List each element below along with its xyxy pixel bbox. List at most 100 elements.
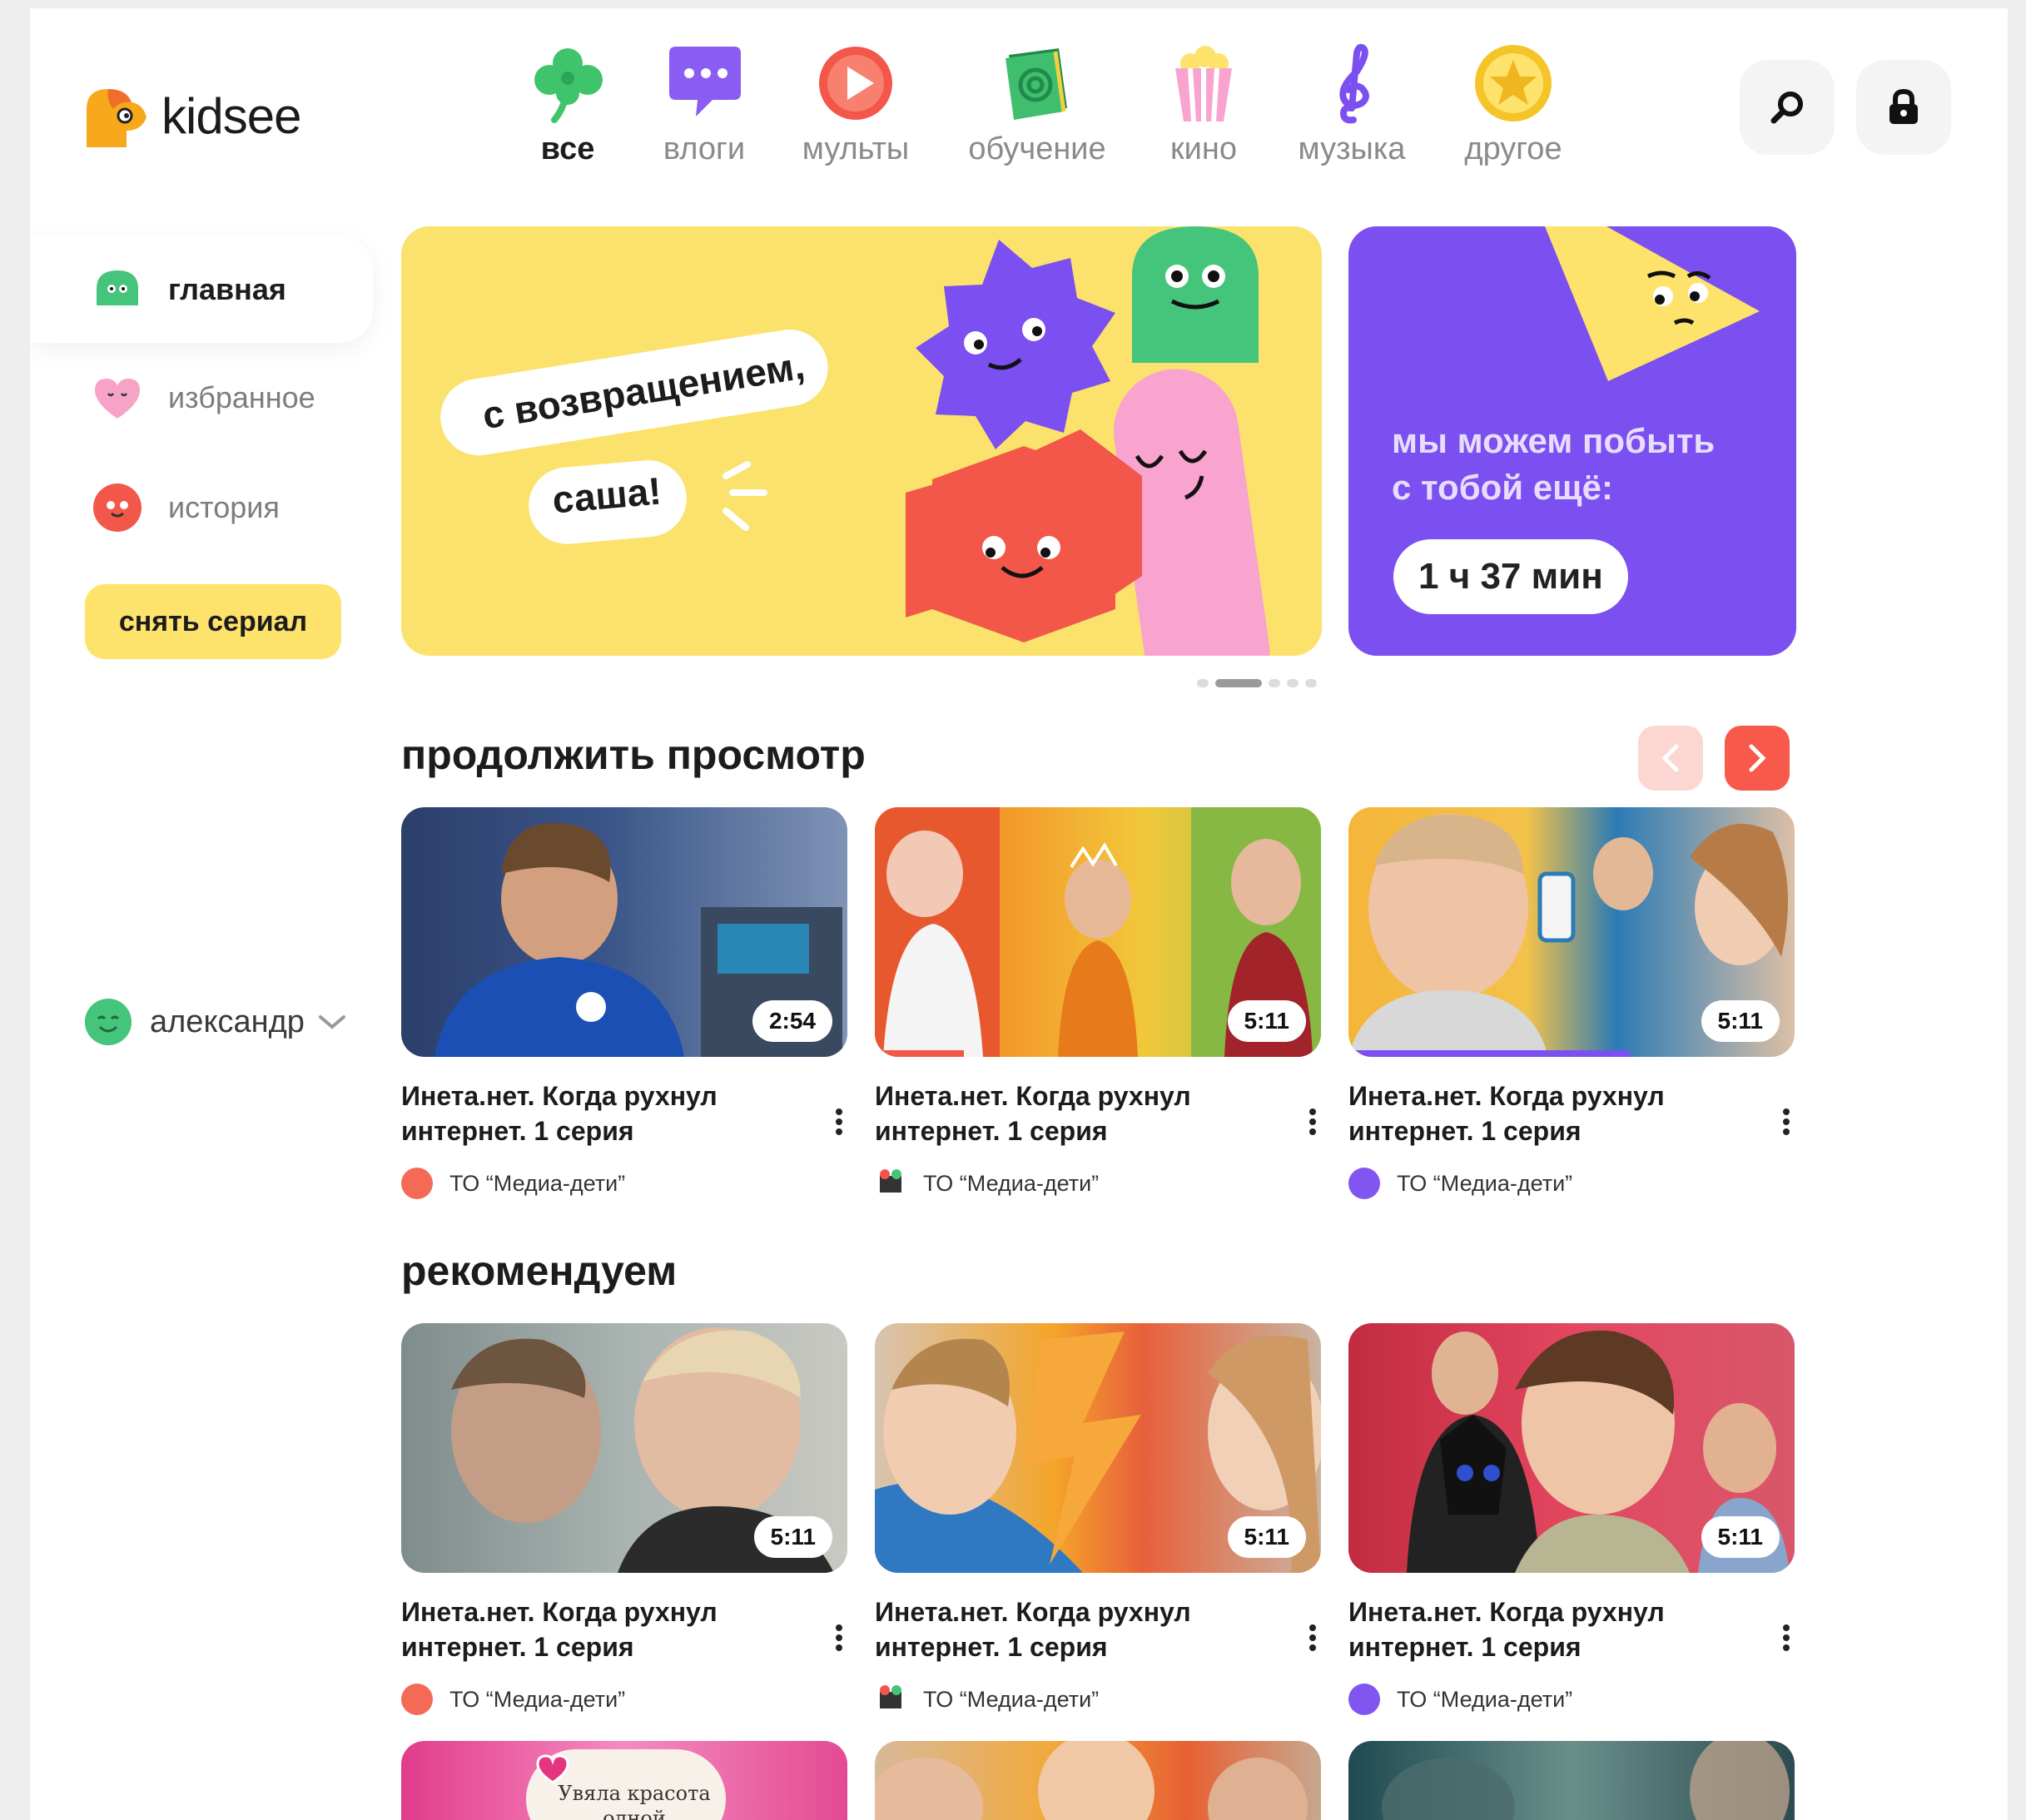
sidebar-item-history[interactable]: история <box>30 454 371 561</box>
video-thumbnail[interactable]: 5:11 <box>875 807 1321 1057</box>
channel[interactable]: ТО “Медиа-дети” <box>401 1683 625 1716</box>
more-options-icon[interactable] <box>1778 1621 1795 1654</box>
carousel-dot[interactable] <box>1305 679 1317 687</box>
category-other[interactable]: другое <box>1430 42 1596 167</box>
heart-face-icon <box>95 379 140 419</box>
prev-button[interactable] <box>1638 726 1703 791</box>
channel-avatar-icon <box>880 1169 901 1193</box>
video-title[interactable]: Инета.нет. Когда рухнул интернет. 1 сери… <box>1348 1594 1731 1664</box>
category-learning[interactable]: обучение <box>954 42 1120 167</box>
channel-name: ТО “Медиа-дети” <box>923 1686 1100 1712</box>
category-cartoons[interactable]: мульты <box>772 42 939 167</box>
thumbnail-image <box>875 1741 1308 1820</box>
duration-badge: 5:11 <box>1227 1000 1306 1042</box>
carousel-dot[interactable] <box>1197 679 1209 687</box>
channel-avatar-icon <box>880 1685 901 1708</box>
search-icon <box>1770 92 1803 124</box>
carousel-dot-active[interactable] <box>1215 679 1262 687</box>
time-remaining-badge: 1 ч 37 мин <box>1393 539 1628 614</box>
sidebar-item-label: главная <box>168 272 286 306</box>
thumbnail-caption: Увяла красота одной <box>558 1782 711 1820</box>
channel-name: ТО “Медиа-дети” <box>1397 1170 1573 1196</box>
chevron-left-icon <box>1661 744 1679 772</box>
channel-avatar <box>1348 1684 1380 1715</box>
video-title[interactable]: Инета.нет. Когда рухнул интернет. 1 сери… <box>401 1594 784 1664</box>
section-title-recommend: рекомендуем <box>401 1247 678 1294</box>
book-icon <box>1006 48 1067 120</box>
category-cinema[interactable]: кино <box>1120 42 1287 167</box>
sidebar-item-favorites[interactable]: избранное <box>30 345 371 451</box>
video-thumbnail[interactable]: 5:11 <box>875 1323 1321 1573</box>
video-thumbnail[interactable]: 5:11 <box>401 1323 847 1573</box>
sidebar-item-label: избранное <box>168 380 315 414</box>
channel[interactable]: ТО “Медиа-дети” <box>1348 1683 1572 1716</box>
logo[interactable]: kidsee <box>83 78 301 153</box>
chevron-down-icon <box>318 1015 345 1029</box>
duration-badge: 2:54 <box>752 1000 832 1042</box>
video-title[interactable]: Инета.нет. Когда рухнул интернет. 1 сери… <box>875 1594 1258 1664</box>
video-card[interactable]: 5:11 Инета.нет. Когда рухнул интернет. 1… <box>875 1323 1321 1712</box>
sidebar-item-home[interactable]: главная <box>30 236 373 343</box>
watch-progress <box>1348 1050 1630 1057</box>
app-window: kidsee все влоги мульты обучение кино му… <box>30 8 2008 1820</box>
video-thumbnail[interactable]: Увяла красота одной <box>401 1741 847 1820</box>
video-thumbnail[interactable]: 5:11 <box>1348 1323 1795 1573</box>
green-face-icon <box>97 270 138 305</box>
video-card[interactable]: 5:11 Инета.нет. Когда рухнул интернет. 1… <box>401 1323 847 1715</box>
video-card[interactable]: 5:11 Инета.нет. Когда рухнул интернет. 1… <box>1348 1323 1795 1715</box>
channel-name: ТО “Медиа-дети” <box>1397 1686 1573 1712</box>
video-card[interactable]: 5:11 Инета.нет. Когда рухнул интернет. 1… <box>1348 807 1795 1199</box>
category-label: мульты <box>802 131 910 166</box>
video-thumbnail[interactable]: 2:54 <box>401 807 847 1057</box>
video-card[interactable]: 2:54 Инета.нет. Когда рухнул интернет. 1… <box>401 807 847 1199</box>
video-title[interactable]: Инета.нет. Когда рухнул интернет. 1 сери… <box>875 1079 1258 1148</box>
more-options-icon[interactable] <box>831 1621 847 1654</box>
more-options-icon[interactable] <box>1304 1105 1321 1138</box>
video-thumbnail[interactable] <box>1348 1741 1795 1820</box>
duration-badge: 5:11 <box>1227 1516 1306 1558</box>
category-vlogs[interactable]: влоги <box>621 42 787 167</box>
search-button[interactable] <box>1740 60 1835 155</box>
duration-badge: 5:11 <box>753 1516 832 1558</box>
category-label: музыка <box>1298 131 1406 166</box>
section-title-continue: продолжить просмотр <box>401 731 866 778</box>
video-thumbnail[interactable] <box>875 1741 1321 1820</box>
welcome-banner[interactable]: с возвращением, саша! <box>401 226 1322 656</box>
video-thumbnail[interactable]: 5:11 <box>1348 807 1795 1057</box>
screen-time-text: мы можем побыть с тобой ещё: <box>1392 418 1775 511</box>
channel-avatar <box>401 1168 433 1199</box>
chat-bubble-icon <box>669 47 741 117</box>
video-title[interactable]: Инета.нет. Когда рухнул интернет. 1 сери… <box>401 1079 784 1148</box>
channel[interactable]: ТО “Медиа-дети” <box>1348 1167 1572 1200</box>
heart-icon <box>536 1754 569 1784</box>
channel-name: ТО “Медиа-дети” <box>449 1686 626 1712</box>
next-button[interactable] <box>1725 726 1790 791</box>
brand-name: kidsee <box>161 87 301 144</box>
channel-name: ТО “Медиа-дети” <box>923 1170 1100 1196</box>
red-face-icon <box>93 484 142 532</box>
lock-button[interactable] <box>1856 60 1951 155</box>
more-options-icon[interactable] <box>1304 1621 1321 1654</box>
channel[interactable]: ТО “Медиа-дети” <box>875 1683 1099 1716</box>
make-series-button[interactable]: снять сериал <box>85 584 341 659</box>
user-name: александр <box>150 1004 305 1039</box>
popcorn-icon <box>1175 46 1232 122</box>
channel[interactable]: ТО “Медиа-дети” <box>401 1167 625 1200</box>
treble-clef-icon <box>1339 43 1369 124</box>
carousel-dots[interactable] <box>1197 679 1317 687</box>
video-card[interactable]: 5:11 Инета.нет. Когда рухнул интернет. 1… <box>875 807 1321 1196</box>
category-music[interactable]: музыка <box>1269 42 1435 167</box>
play-icon <box>819 47 892 120</box>
video-title[interactable]: Инета.нет. Когда рухнул интернет. 1 сери… <box>1348 1079 1731 1148</box>
category-label: влоги <box>663 131 746 166</box>
channel-avatar <box>1348 1168 1380 1199</box>
duration-badge: 5:11 <box>1701 1000 1780 1042</box>
screen-time-line1: мы можем побыть <box>1392 421 1716 460</box>
carousel-dot[interactable] <box>1287 679 1299 687</box>
carousel-dot[interactable] <box>1269 679 1280 687</box>
channel-avatar <box>401 1684 433 1715</box>
more-options-icon[interactable] <box>831 1105 847 1138</box>
more-options-icon[interactable] <box>1778 1105 1795 1138</box>
channel[interactable]: ТО “Медиа-дети” <box>875 1167 1099 1200</box>
user-switcher[interactable]: александр <box>85 997 346 1047</box>
